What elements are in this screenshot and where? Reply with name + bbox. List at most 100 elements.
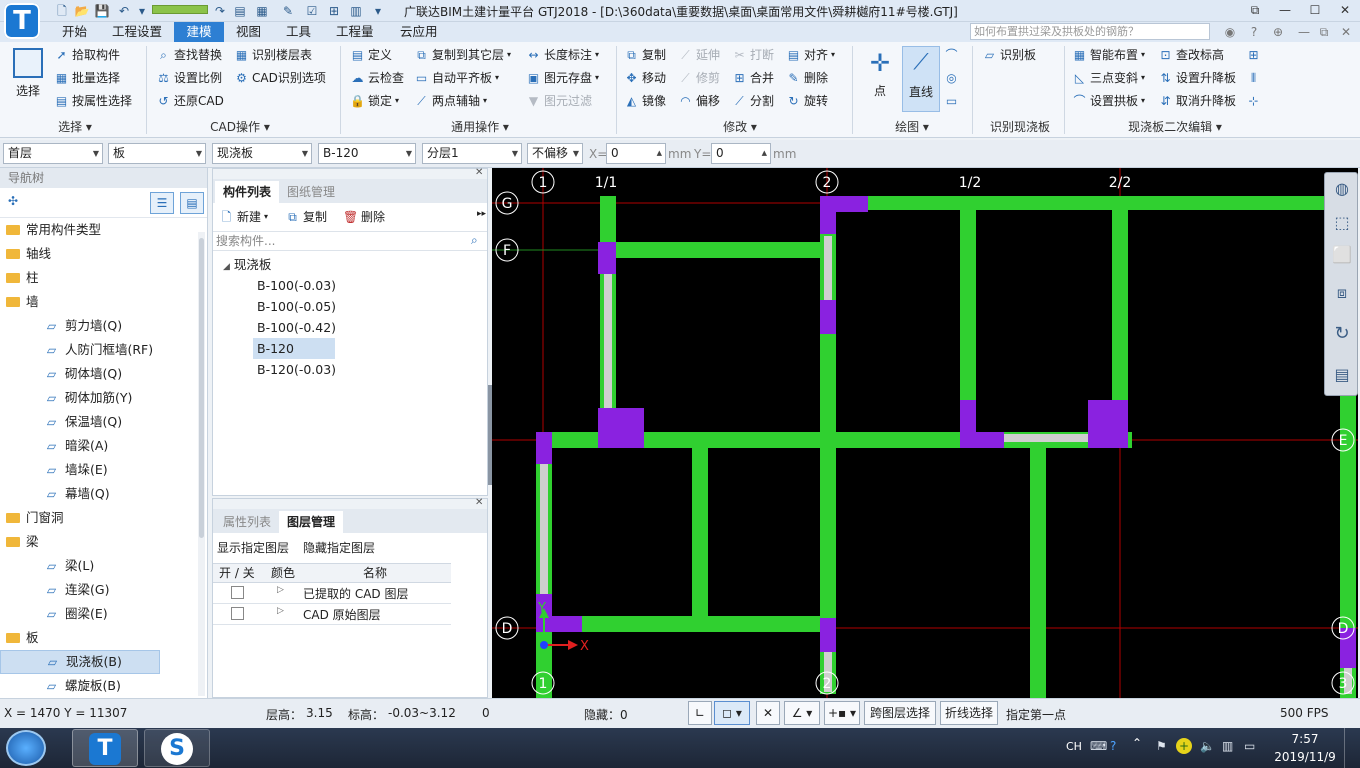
report-icon[interactable]: ▤	[232, 3, 248, 19]
grid-icon[interactable]: ⊞	[326, 3, 342, 19]
layout-icon[interactable]: ▤	[1330, 365, 1354, 387]
tree-leaf[interactable]: ▱ 连梁(G)	[0, 578, 207, 602]
expand-all-icon[interactable]: ✣	[8, 194, 18, 208]
type-select[interactable]: 板 ▼	[108, 143, 206, 164]
close-icon[interactable]: ✕	[1330, 0, 1360, 22]
recognize-slab-button[interactable]: ▱ 识别板	[982, 45, 1036, 65]
component-search-input[interactable]: 搜索构件...	[213, 231, 487, 251]
maximize-icon[interactable]: ☐	[1300, 0, 1330, 22]
delete-component-button[interactable]: 🗑 删除	[343, 207, 385, 227]
table-icon[interactable]: ▥	[348, 3, 364, 19]
extend-button[interactable]: ⟋ 延伸	[678, 45, 720, 65]
copy-button[interactable]: ⧉ 复制	[624, 45, 666, 65]
redo-icon[interactable]: ↷	[212, 3, 228, 19]
component-select[interactable]: B-120 ▼	[318, 143, 416, 164]
tab-project-settings[interactable]: 工程设置	[104, 22, 170, 42]
element-filter-button[interactable]: ▼ 图元过滤	[526, 91, 592, 111]
cad-recognize-options-button[interactable]: ⚙ CAD识别选项	[234, 68, 326, 88]
tree-leaf[interactable]: ▱ 现浇板(B)	[0, 650, 160, 674]
tree-leaf[interactable]: ▱ 圈梁(E)	[0, 602, 207, 626]
account-icon[interactable]: ⊕	[1270, 24, 1286, 40]
new-file-icon[interactable]: 🗋	[54, 3, 70, 19]
auto-align-slab-button[interactable]: ▭ 自动平齐板 ▾	[414, 68, 499, 88]
layer-toggle-checkbox[interactable]	[231, 586, 244, 599]
mirror-button[interactable]: ◭ 镜像	[624, 91, 666, 111]
tree-folder[interactable]: 门窗洞	[0, 506, 207, 530]
polyline-select-button[interactable]: 折线选择	[940, 701, 998, 725]
tab-start[interactable]: 开始	[54, 22, 95, 42]
component-item[interactable]: B-120(-0.03)	[253, 359, 340, 380]
component-item[interactable]: B-100(-0.05)	[253, 296, 340, 317]
arc-icon[interactable]: ⌒	[944, 45, 959, 65]
list-view-icon[interactable]: ☰	[150, 192, 174, 214]
front-view-icon[interactable]: ⬜	[1330, 245, 1354, 267]
tray-help-icon[interactable]: ?	[1110, 739, 1116, 753]
set-arch-slab-button[interactable]: ⌒ 设置拱板 ▾	[1072, 91, 1145, 111]
component-root[interactable]: ◢ 现浇板	[223, 254, 271, 273]
cad-group-label[interactable]: CAD操作 ▾	[190, 118, 290, 134]
tray-network-icon[interactable]: ▥	[1222, 739, 1233, 753]
clock-date[interactable]: 2019/11/9	[1272, 750, 1338, 764]
more-dropdown-icon[interactable]: ▾	[370, 3, 386, 19]
tree-folder[interactable]: 墙	[0, 290, 207, 314]
cloud-check-button[interactable]: ☁ 云检查	[350, 68, 405, 88]
recognize-floor-table-button[interactable]: ▦ 识别楼层表	[234, 45, 312, 65]
tree-leaf[interactable]: ▱ 剪力墙(Q)	[0, 314, 207, 338]
delete-button[interactable]: ✎ 删除	[786, 68, 828, 88]
close-panel-icon[interactable]: ✕	[475, 167, 483, 178]
insert-point-icon[interactable]: +▪ ▾	[824, 701, 860, 725]
common-group-label[interactable]: 通用操作 ▾	[430, 118, 530, 134]
component-item[interactable]: B-120	[253, 338, 335, 359]
line-draw-button[interactable]: ⟋ 直线	[902, 46, 940, 112]
trim-button[interactable]: ⟋ 修剪	[678, 68, 720, 88]
more-tools-icon[interactable]: ▸▸	[477, 209, 486, 219]
copy-to-layer-button[interactable]: ⧉ 复制到其它层 ▾	[414, 45, 511, 65]
tree-leaf[interactable]: ▱ 保温墙(Q)	[0, 410, 207, 434]
restore-cad-button[interactable]: ↺ 还原CAD	[156, 91, 223, 111]
three-point-slope-button[interactable]: ◺ 三点变斜 ▾	[1072, 68, 1145, 88]
tab-component-list[interactable]: 构件列表	[215, 181, 280, 203]
tree-folder[interactable]: 轴线	[0, 242, 207, 266]
layer-row[interactable]: ▷ CAD 原始图层	[213, 604, 451, 625]
copy-component-button[interactable]: ⧉ 复制	[285, 207, 327, 227]
tree-folder[interactable]: 常用构件类型	[0, 218, 207, 242]
angle-icon[interactable]: ∠ ▾	[784, 701, 820, 725]
layer-toggle-checkbox[interactable]	[231, 607, 244, 620]
tab-modeling[interactable]: 建模	[174, 22, 224, 42]
undo-dropdown-icon[interactable]: ▾	[134, 3, 150, 19]
tree-leaf[interactable]: ▱ 砌体墙(Q)	[0, 362, 207, 386]
slab-node-icon[interactable]: ⊹	[1246, 91, 1261, 111]
rotate-button[interactable]: ↻ 旋转	[786, 91, 828, 111]
ortho-toggle-icon[interactable]: ∟	[688, 701, 712, 725]
iso-view-icon[interactable]: ⧈	[1330, 283, 1354, 305]
detail-view-icon[interactable]: ▤	[180, 192, 204, 214]
show-desktop-button[interactable]	[1344, 728, 1360, 768]
taskbar-app-gtj[interactable]: T	[72, 729, 138, 767]
tree-folder[interactable]: 板	[0, 626, 207, 650]
slab-group-label[interactable]: 现浇板二次编辑 ▾	[1110, 118, 1240, 134]
tree-leaf[interactable]: ▱ 暗梁(A)	[0, 434, 207, 458]
restore-icon[interactable]: ⧉	[1240, 0, 1270, 22]
x-offset-input[interactable]: 0 ▲	[606, 143, 666, 164]
pick-component-button[interactable]: ➚ 拾取构件	[54, 45, 120, 65]
cross-select-icon[interactable]: ✕	[756, 701, 780, 725]
tray-volume-icon[interactable]: 🔈	[1200, 739, 1215, 753]
component-item[interactable]: B-100(-0.42)	[253, 317, 340, 338]
minimize-ribbon-icon[interactable]: —	[1296, 24, 1312, 40]
help-icon[interactable]: ?	[1246, 24, 1262, 40]
two-point-axis-button[interactable]: ⟋ 两点辅轴 ▾	[414, 91, 487, 111]
cross-layer-select-button[interactable]: 跨图层选择	[864, 701, 936, 725]
offset-select[interactable]: 不偏移 ▼	[527, 143, 583, 164]
show-layer-button[interactable]: 显示指定图层	[217, 539, 289, 556]
lock-button[interactable]: 🔒 锁定 ▾	[350, 91, 399, 111]
move-button[interactable]: ✥ 移动	[624, 68, 666, 88]
select-button[interactable]: 选择	[8, 48, 48, 99]
snap-toggle-icon[interactable]: ◻ ▾	[714, 701, 750, 725]
nav-scrollbar[interactable]	[198, 232, 205, 696]
tab-cloud[interactable]: 云应用	[392, 22, 446, 42]
hide-layer-button[interactable]: 隐藏指定图层	[303, 539, 375, 556]
undo-icon[interactable]: ↶	[116, 3, 132, 19]
tree-leaf[interactable]: ▱ 幕墙(Q)	[0, 482, 207, 506]
save-icon[interactable]: 💾	[94, 3, 110, 19]
expand-icon[interactable]: ▷	[277, 585, 284, 595]
